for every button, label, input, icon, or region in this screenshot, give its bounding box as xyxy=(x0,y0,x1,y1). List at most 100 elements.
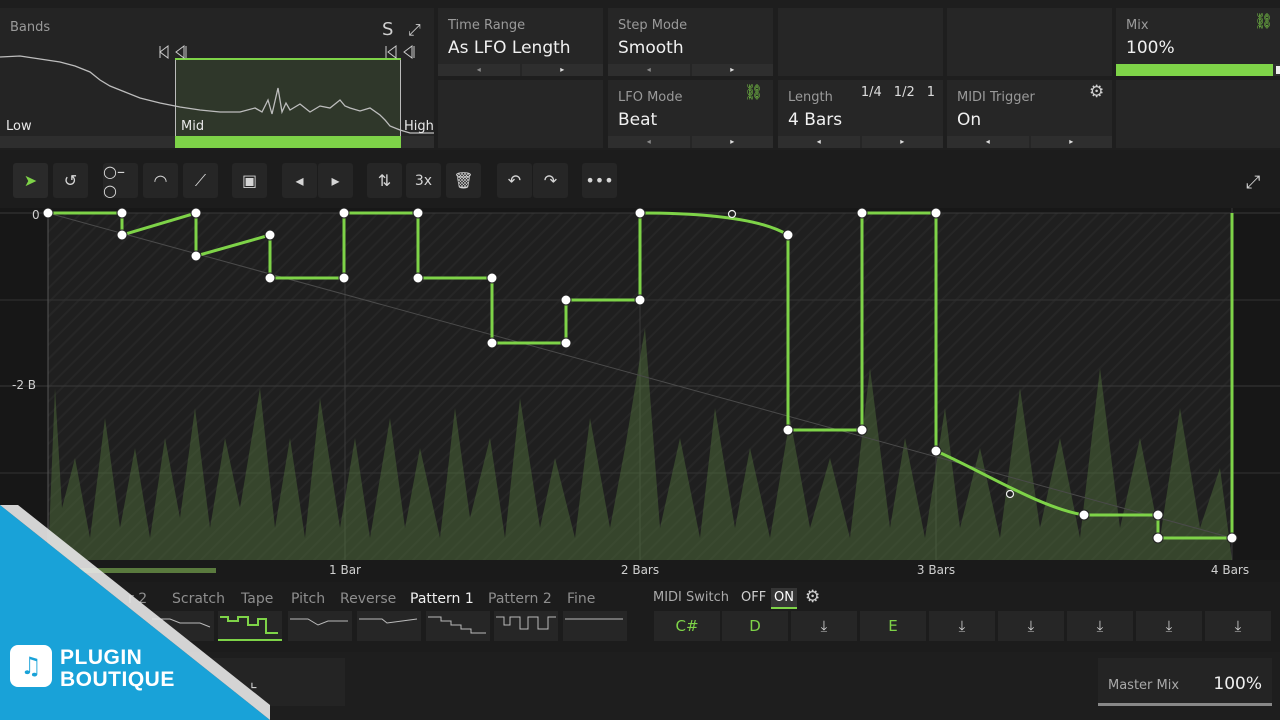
midi-slot-1[interactable]: C# xyxy=(654,611,720,641)
mix-slider-fill xyxy=(1116,64,1280,76)
slope-curve-button[interactable]: ⟋ xyxy=(183,163,218,198)
mix-panel[interactable]: Mix 100% ⛓ xyxy=(1116,8,1280,76)
gear-icon[interactable]: ⚙ xyxy=(805,587,820,607)
midi-switch-on[interactable]: ON xyxy=(771,588,797,609)
length-prev-icon[interactable]: ◂ xyxy=(778,136,860,148)
delete-button[interactable]: 🗑 xyxy=(446,163,481,198)
more-button[interactable]: ••• xyxy=(582,163,617,198)
lfo-mode-label: LFO Mode xyxy=(618,90,683,105)
more-icon: ••• xyxy=(585,171,614,190)
master-mix-slider[interactable] xyxy=(1098,703,1272,706)
midi-slot-note: C# xyxy=(675,617,699,635)
low-band-label: Low xyxy=(6,119,32,134)
shift-right-button[interactable]: ▸ xyxy=(318,163,353,198)
step-mode-label: Step Mode xyxy=(618,18,688,33)
download-icon: ⤓ xyxy=(1165,617,1173,635)
multiply-button[interactable]: 3x xyxy=(406,163,441,198)
preset-thumb[interactable] xyxy=(426,611,490,641)
arc-curve-button[interactable]: ◠ xyxy=(143,163,178,198)
mix-slider[interactable] xyxy=(1116,64,1280,76)
redo-button[interactable]: ↷ xyxy=(533,163,568,198)
midi-slot-5[interactable]: ⤓ xyxy=(929,611,995,641)
midi-trigger-label: MIDI Trigger xyxy=(957,90,1035,105)
magnet-icon: ↺ xyxy=(63,171,78,190)
master-mix-value: 100% xyxy=(1213,674,1262,694)
midi-slot-8[interactable]: ⤓ xyxy=(1136,611,1202,641)
step-mode-panel[interactable]: Step Mode Smooth ◂ ▸ xyxy=(608,8,773,76)
mid-band-bar[interactable] xyxy=(175,136,401,148)
preset-thumb[interactable] xyxy=(288,611,352,641)
timeline-label-2: 2 Bars xyxy=(620,563,660,577)
chevron-right-icon: ▸ xyxy=(331,171,340,190)
preset-thumb[interactable] xyxy=(563,611,627,641)
multiply-label: 3x xyxy=(414,172,433,189)
length-next-icon[interactable]: ▸ xyxy=(861,136,943,148)
step-mode-next-icon[interactable]: ▸ xyxy=(691,64,773,76)
bands-panel[interactable]: Bands S ⤢ Low Mid High xyxy=(0,8,434,148)
midi-slot-9[interactable]: ⤓ xyxy=(1205,611,1271,641)
midi-slot-6[interactable]: ⤓ xyxy=(998,611,1064,641)
time-range-prev-icon[interactable]: ◂ xyxy=(438,64,520,76)
preset-tab-pitch[interactable]: Pitch xyxy=(291,591,325,607)
chevron-left-icon: ◂ xyxy=(295,171,304,190)
lfo-mode-next-icon[interactable]: ▸ xyxy=(691,136,773,148)
download-icon: ⤓ xyxy=(1027,617,1035,635)
midi-slot-2[interactable]: D xyxy=(722,611,788,641)
undo-icon: ↶ xyxy=(507,171,522,190)
length-panel[interactable]: Length 4 Bars 1/4 1/2 1 ◂ ▸ xyxy=(778,80,943,148)
midi-slot-3[interactable]: ⤓ xyxy=(791,611,857,641)
select-all-button[interactable]: ▣ xyxy=(232,163,267,198)
fullscreen-icon[interactable]: ⤢ xyxy=(1246,172,1260,193)
timeline-label-4: 4 Bars xyxy=(1210,563,1250,577)
link-icon[interactable]: ⛓ xyxy=(744,83,763,101)
preset-tab-reverse[interactable]: Reverse xyxy=(340,591,396,607)
trash-icon: 🗑 xyxy=(453,171,474,190)
length-options: 1/4 1/2 1 xyxy=(861,85,935,100)
gear-icon[interactable]: ⚙ xyxy=(1089,82,1104,102)
plugin-boutique-watermark: ♫ PLUGIN BOUTIQUE xyxy=(0,505,270,720)
pointer-tool-button[interactable]: ➤ xyxy=(13,163,48,198)
line-curve-icon: ○–○ xyxy=(103,161,125,200)
plugin-boutique-logo-icon: ♫ xyxy=(10,645,52,687)
slope-curve-icon: ⟋ xyxy=(194,170,207,190)
lfo-mode-panel[interactable]: LFO Mode Beat ⛓ ◂ ▸ xyxy=(608,80,773,148)
midi-trigger-prev-icon[interactable]: ◂ xyxy=(947,136,1029,148)
midi-switch-off[interactable]: OFF xyxy=(738,588,769,607)
empty-panel-1 xyxy=(438,80,603,148)
shift-left-button[interactable]: ◂ xyxy=(282,163,317,198)
midi-trigger-panel[interactable]: MIDI Trigger On ⚙ ◂ ▸ xyxy=(947,80,1112,148)
empty-panel-4 xyxy=(1116,80,1280,148)
download-icon: ⤓ xyxy=(820,617,828,635)
midi-trigger-next-icon[interactable]: ▸ xyxy=(1030,136,1112,148)
flip-button[interactable]: ⇅ xyxy=(367,163,402,198)
length-option-one[interactable]: 1 xyxy=(927,85,935,100)
lfo-mode-prev-icon[interactable]: ◂ xyxy=(608,136,690,148)
preset-tab-pattern-2[interactable]: Pattern 2 xyxy=(488,591,552,607)
link-icon[interactable]: ⛓ xyxy=(1254,12,1273,30)
draw-tool-button[interactable]: ↺ xyxy=(53,163,88,198)
undo-button[interactable]: ↶ xyxy=(497,163,532,198)
length-label: Length xyxy=(788,90,833,105)
preset-thumb[interactable] xyxy=(494,611,558,641)
midi-slot-note: E xyxy=(888,617,898,635)
master-mix-control[interactable]: Master Mix 100% xyxy=(1098,658,1272,706)
flip-vertical-icon: ⇅ xyxy=(377,171,392,190)
preset-tab-fine[interactable]: Fine xyxy=(567,591,595,607)
midi-trigger-value: On xyxy=(957,110,982,130)
master-mix-label: Master Mix xyxy=(1108,678,1180,693)
step-mode-value: Smooth xyxy=(618,38,684,58)
high-band-label: High xyxy=(404,119,434,134)
midi-slot-4[interactable]: E xyxy=(860,611,926,641)
length-option-half[interactable]: 1/2 xyxy=(894,85,915,100)
time-range-value: As LFO Length xyxy=(448,38,571,58)
download-icon: ⤓ xyxy=(1096,617,1104,635)
time-range-next-icon[interactable]: ▸ xyxy=(521,64,603,76)
download-icon: ⤓ xyxy=(1234,617,1242,635)
length-option-quarter[interactable]: 1/4 xyxy=(861,85,882,100)
preset-tab-pattern-1[interactable]: Pattern 1 xyxy=(410,591,474,607)
midi-slot-7[interactable]: ⤓ xyxy=(1067,611,1133,641)
time-range-panel[interactable]: Time Range As LFO Length ◂ ▸ xyxy=(438,8,603,76)
flat-curve-button[interactable]: ○–○ xyxy=(103,161,138,200)
preset-thumb[interactable] xyxy=(357,611,421,641)
step-mode-prev-icon[interactable]: ◂ xyxy=(608,64,690,76)
